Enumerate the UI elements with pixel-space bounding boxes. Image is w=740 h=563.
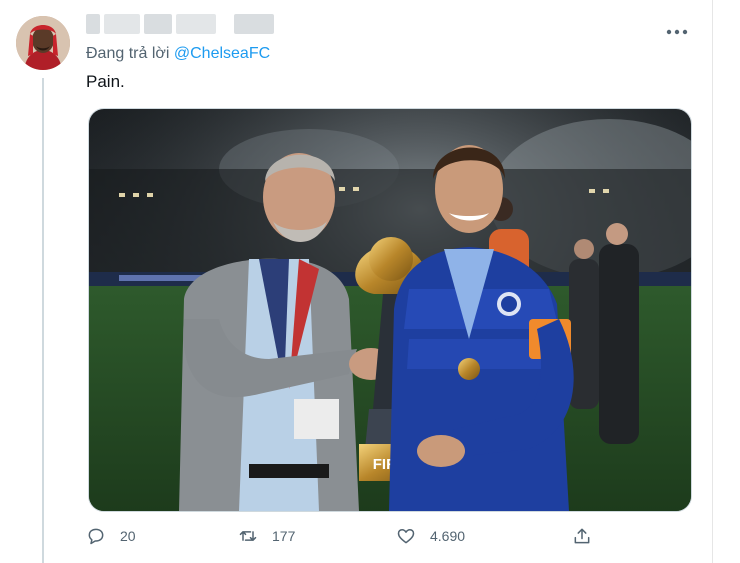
replying-prefix: Đang trả lời [86,45,170,62]
comment-icon [88,528,104,545]
like-action[interactable]: 4.690 [396,526,465,546]
tweet-actions: 20 177 4.690 [86,526,606,550]
mention-link[interactable]: @ChelseaFC [174,45,270,62]
tweet-photo[interactable]: FIFA [88,108,692,512]
thread-line [42,78,44,563]
author-name-blurred[interactable] [86,14,276,36]
replying-to: Đang trả lời @ChelseaFC [86,45,270,63]
like-count: 4.690 [430,528,466,544]
avatar[interactable] [16,16,70,70]
retweet-count: 177 [272,528,296,544]
more-horizontal-icon[interactable] [666,22,690,36]
retweet-icon [239,531,257,541]
tweet-text: Pain. [86,72,125,91]
reply-action[interactable]: 20 [86,526,136,546]
tweet-card: Đang trả lời @ChelseaFC Pain. FIFA 20 17… [0,0,713,563]
retweet-action[interactable]: 177 [238,526,295,546]
share-action[interactable] [572,526,606,546]
reply-count: 20 [120,528,136,544]
heart-icon [397,529,415,544]
share-icon [574,528,590,544]
